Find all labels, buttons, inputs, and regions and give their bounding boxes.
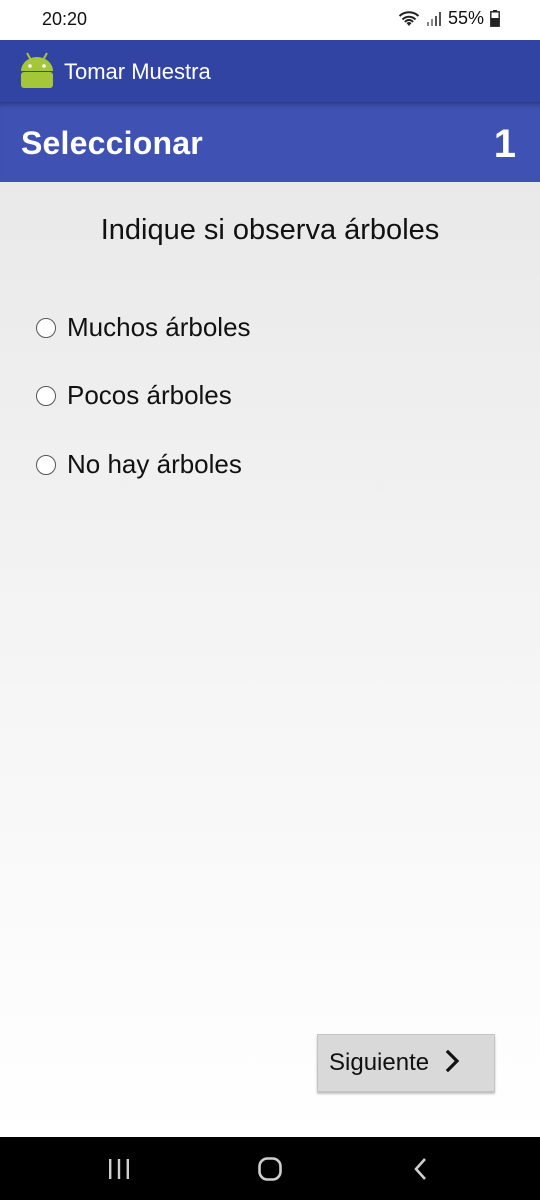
- back-icon[interactable]: [406, 1155, 436, 1183]
- header-band: Seleccionar 1: [0, 102, 540, 182]
- chevron-right-icon: [429, 1049, 461, 1078]
- content-area: Indique si observa árboles Muchos árbole…: [0, 182, 540, 1137]
- navigation-bar: [0, 1137, 540, 1200]
- radio-label: No hay árboles: [67, 449, 242, 479]
- radio-button[interactable]: [36, 385, 56, 406]
- radio-button[interactable]: [36, 317, 56, 338]
- battery-percent: 55%: [447, 8, 484, 28]
- signal-icon: [426, 11, 442, 27]
- radio-label: Muchos árboles: [67, 312, 251, 342]
- home-icon[interactable]: [255, 1155, 285, 1183]
- battery-icon: [490, 10, 500, 27]
- android-icon: [19, 51, 55, 89]
- wifi-icon: [398, 10, 420, 28]
- radio-option-no-hay[interactable]: No hay árboles: [36, 449, 242, 480]
- status-time: 20:20: [42, 9, 88, 29]
- step-number: 1: [493, 122, 516, 166]
- radio-option-muchos[interactable]: Muchos árboles: [36, 312, 251, 343]
- app-title: Tomar Muestra: [64, 59, 211, 84]
- next-button[interactable]: Siguiente: [317, 1034, 495, 1092]
- radio-option-pocos[interactable]: Pocos árboles: [36, 380, 232, 411]
- app-bar: Tomar Muestra: [0, 40, 540, 102]
- radio-label: Pocos árboles: [67, 380, 232, 410]
- status-indicators: 55%: [398, 8, 500, 29]
- question-text: Indique si observa árboles: [100, 214, 440, 246]
- next-button-label: Siguiente: [329, 1049, 430, 1076]
- section-title: Seleccionar: [21, 125, 203, 161]
- screen: 20:20 55% Tomar Muestra Seleccionar 1 In…: [0, 0, 540, 1200]
- radio-button[interactable]: [36, 454, 56, 475]
- status-bar: 20:20 55%: [0, 0, 540, 40]
- recents-icon[interactable]: [104, 1155, 134, 1183]
